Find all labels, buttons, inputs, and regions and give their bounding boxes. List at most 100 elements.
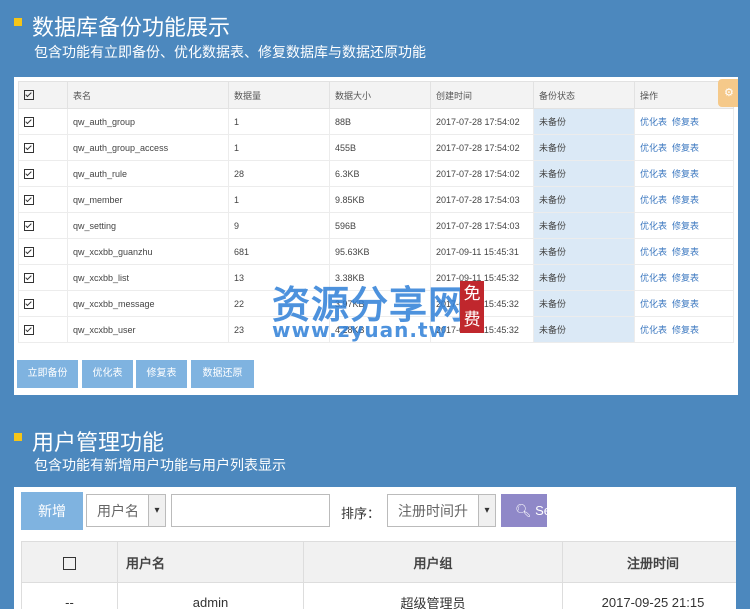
optimize-link[interactable]: 优化表	[640, 169, 667, 179]
username: admin	[117, 582, 304, 609]
col-header-group: 用户组	[303, 541, 563, 583]
row-check-cell[interactable]	[18, 316, 68, 343]
repair-link[interactable]: 修复表	[672, 325, 699, 335]
register-time: 2017-09-25 21:15	[562, 582, 736, 609]
row-ops: 优化表 修复表	[634, 264, 734, 291]
watermark-stamp: 免费	[460, 281, 484, 333]
select-all-cell[interactable]	[21, 541, 118, 583]
section-title: 数据库备份功能展示	[32, 15, 231, 40]
data-size: 9.85KB	[329, 186, 431, 213]
search-icon: 🔍︎	[515, 503, 532, 518]
chevron-down-icon[interactable]: ▾	[148, 495, 165, 526]
db-backup-panel: 表名 数据量 数据大小 创建时间 备份状态 操作 qw_auth_group 1…	[14, 77, 738, 395]
row-check-cell[interactable]	[18, 134, 68, 161]
row-checkbox[interactable]	[24, 324, 34, 335]
col-header-created: 创建时间	[430, 81, 534, 109]
repair-link[interactable]: 修复表	[672, 221, 699, 231]
settings-tab[interactable]: ⚙	[718, 79, 738, 107]
repair-link[interactable]: 修复表	[672, 143, 699, 153]
col-header-username: 用户名	[117, 541, 304, 583]
backup-status: 未备份	[533, 186, 635, 213]
optimize-link[interactable]: 优化表	[640, 221, 667, 231]
watermark-url: www.zyuan.tw	[272, 318, 449, 342]
row-checkbox[interactable]	[24, 116, 34, 127]
table-name: qw_auth_group_access	[67, 134, 229, 161]
backup-status: 未备份	[533, 290, 635, 317]
row-checkbox[interactable]	[24, 194, 34, 205]
optimize-link[interactable]: 优化表	[640, 299, 667, 309]
table-name: qw_setting	[67, 212, 229, 239]
row-check-cell[interactable]	[18, 186, 68, 213]
backup-status: 未备份	[533, 316, 635, 343]
user-management-panel: 新增 用户名 ▾ 排序： 注册时间升 ▾ 🔍︎ Se 用户名 用户组 注册时间 …	[14, 487, 736, 609]
repair-link[interactable]: 修复表	[672, 273, 699, 283]
row-checkbox[interactable]	[24, 168, 34, 179]
table-row: qw_auth_rule 28 6.3KB 2017-07-28 17:54:0…	[18, 160, 734, 187]
table-name: qw_xcxbb_user	[67, 316, 229, 343]
sort-select[interactable]: 注册时间升 ▾	[387, 494, 496, 527]
repair-link[interactable]: 修复表	[672, 247, 699, 257]
optimize-link[interactable]: 优化表	[640, 325, 667, 335]
row-ops: 优化表 修复表	[634, 160, 734, 187]
repair-link[interactable]: 修复表	[672, 195, 699, 205]
restore-button[interactable]: 数据还原	[191, 360, 254, 388]
optimize-link[interactable]: 优化表	[640, 273, 667, 283]
row-check-cell[interactable]	[18, 290, 68, 317]
row-checkbox[interactable]	[24, 142, 34, 153]
row-ops: 优化表 修复表	[634, 238, 734, 265]
optimize-link[interactable]: 优化表	[640, 247, 667, 257]
optimize-link[interactable]: 优化表	[640, 195, 667, 205]
repair-link[interactable]: 修复表	[672, 117, 699, 127]
table-name: qw_xcxbb_message	[67, 290, 229, 317]
table-name: qw_auth_group	[67, 108, 229, 135]
row-check-cell[interactable]	[18, 212, 68, 239]
row-ops: 优化表 修复表	[634, 290, 734, 317]
section-bullet	[14, 18, 22, 26]
select-all-cell[interactable]	[18, 81, 68, 109]
field-select[interactable]: 用户名 ▾	[86, 494, 166, 527]
created-time: 2017-07-28 17:54:02	[430, 134, 534, 161]
repair-link[interactable]: 修复表	[672, 299, 699, 309]
table-row: -- admin 超级管理员 2017-09-25 21:15	[21, 582, 736, 609]
row-checkbox[interactable]	[24, 246, 34, 257]
search-button[interactable]: 🔍︎ Se	[501, 494, 547, 527]
row-check-cell[interactable]	[18, 108, 68, 135]
user-table: 用户名 用户组 注册时间 -- admin 超级管理员 2017-09-25 2…	[21, 541, 736, 609]
gear-icon[interactable]: ⚙	[724, 86, 734, 99]
col-header-status: 备份状态	[533, 81, 635, 109]
db-table-header: 表名 数据量 数据大小 创建时间 备份状态 操作	[18, 81, 734, 109]
data-size: 88B	[329, 108, 431, 135]
select-all-checkbox[interactable]	[63, 556, 76, 570]
row-ops: 优化表 修复表	[634, 316, 734, 343]
section-subtitle: 包含功能有新增用户功能与用户列表显示	[34, 457, 286, 473]
repair-link[interactable]: 修复表	[672, 169, 699, 179]
table-row: qw_member 1 9.85KB 2017-07-28 17:54:03 未…	[18, 186, 734, 213]
chevron-down-icon[interactable]: ▾	[478, 495, 495, 526]
backup-status: 未备份	[533, 212, 635, 239]
optimize-link[interactable]: 优化表	[640, 143, 667, 153]
select-all-checkbox[interactable]	[24, 90, 34, 101]
col-header-regtime: 注册时间	[562, 541, 736, 583]
search-input[interactable]	[171, 494, 330, 527]
created-time: 2017-07-28 17:54:03	[430, 186, 534, 213]
optimize-link[interactable]: 优化表	[640, 117, 667, 127]
row-checkbox[interactable]	[24, 298, 34, 309]
col-header-count: 数据量	[228, 81, 330, 109]
sort-select-value: 注册时间升	[398, 503, 468, 519]
created-time: 2017-09-11 15:45:31	[430, 238, 534, 265]
add-user-button[interactable]: 新增	[21, 492, 83, 530]
table-name: qw_xcxbb_guanzhu	[67, 238, 229, 265]
row-check-cell[interactable]	[18, 264, 68, 291]
optimize-button[interactable]: 优化表	[82, 360, 133, 388]
user-table-header: 用户名 用户组 注册时间	[21, 541, 736, 583]
repair-button[interactable]: 修复表	[136, 360, 187, 388]
row-checkbox[interactable]	[24, 272, 34, 283]
data-size: 95.63KB	[329, 238, 431, 265]
row-check-cell[interactable]	[18, 238, 68, 265]
table-row: qw_xcxbb_guanzhu 681 95.63KB 2017-09-11 …	[18, 238, 734, 265]
sort-label: 排序：	[341, 506, 381, 521]
row-check-cell[interactable]	[18, 160, 68, 187]
row-ops: 优化表 修复表	[634, 108, 734, 135]
backup-now-button[interactable]: 立即备份	[17, 360, 78, 388]
row-checkbox[interactable]	[24, 220, 34, 231]
